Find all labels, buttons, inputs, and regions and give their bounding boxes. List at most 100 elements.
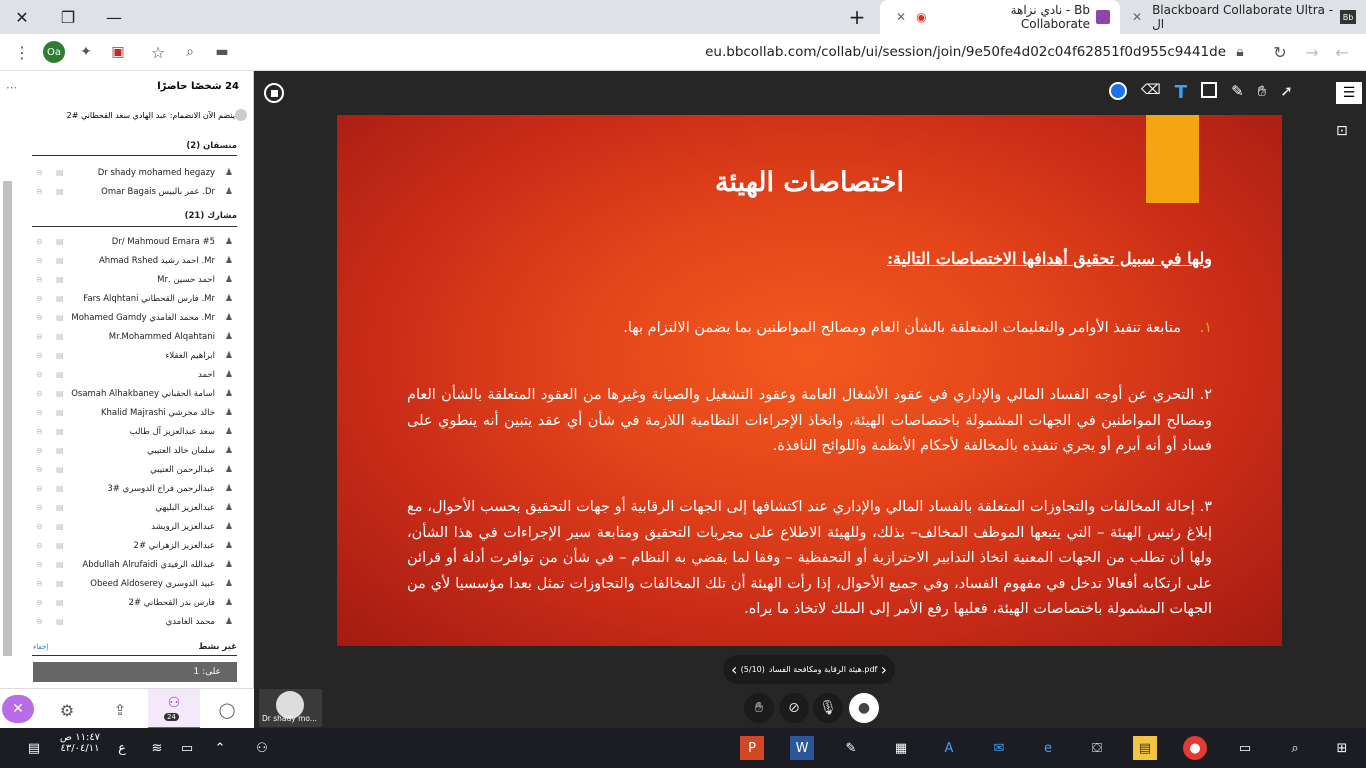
attendee-row[interactable]: ♟ عبيد الدوسري Obeed Aldoserey ▤ ⊖ [32,574,237,593]
attendee-row[interactable]: ♟ عبدالله الرفيدي Abdullah Alrufaidi ▤ ⊖ [32,555,237,574]
pdf-app-icon[interactable]: ▦ [889,736,913,760]
settings-gear-icon[interactable]: ⚙ [56,699,78,721]
reload-icon[interactable]: ↻ [1270,42,1290,62]
attendee-row[interactable]: ♟ Mr. احمد رشيد Ahmad Rshed ▤ ⊖ [32,251,237,270]
text-tool-icon[interactable]: T [1175,82,1187,104]
attendee-row[interactable]: ♟ Dr/ Mahmoud Emara #5 ▤ ⊖ [32,232,237,251]
language-indicator[interactable]: ع [110,736,134,760]
attendee-row[interactable]: ♟ محمد الغامدي ▤ ⊖ [32,612,237,631]
attendee-row[interactable]: ♟ Dr shady mohamed hegazy ▤ ⊖ [32,163,237,182]
prev-page-icon[interactable]: ‹ [731,660,737,679]
azure-icon[interactable]: A [937,736,961,760]
windows-start-icon[interactable]: ⊞ [1330,736,1354,760]
avatar-icon: ♟ [224,186,233,197]
clock[interactable]: ١١:٤٧ ص ٤٣/٠٤/١١ [55,732,105,754]
hide-link[interactable]: إخفاء [33,643,48,651]
wifi-icon[interactable]: ≋ [145,736,169,760]
close-window-icon[interactable]: ✕ [0,0,44,34]
close-tab-icon[interactable]: ✕ [896,10,906,24]
people-icon[interactable]: ⚇ [250,736,274,760]
tab-title: Blackboard Collaborate Ultra - ال [1152,3,1334,31]
profile-avatar[interactable]: Oa [43,41,65,63]
attendees-tab[interactable]: ⚇ 24 [148,689,200,729]
attendee-row[interactable]: ♟ ابراهيم العقلاء ▤ ⊖ [32,346,237,365]
attendee-row[interactable]: ♟ خالد مجرشي Khalid Majrashi ▤ ⊖ [32,403,237,422]
restore-window-icon[interactable]: ❐ [46,0,90,34]
more-options-icon[interactable]: ⋯ [6,81,17,94]
attendee-row[interactable]: ♟ Dr. عمر بالبيس Omar Bagais ▤ ⊖ [32,182,237,201]
attendee-row[interactable]: ♟ عبدالعزيز البليهي ▤ ⊖ [32,498,237,517]
chat-icon[interactable]: ◯ [216,699,238,721]
paint-app-icon[interactable]: ✎ [839,736,863,760]
attendee-row[interactable]: ♟ Mr. محمد الغامدي Mohamed Gamdy ▤ ⊖ [32,308,237,327]
attendee-name: خالد مجرشي Khalid Majrashi [100,407,215,418]
mic-status-icon: ⊖ [36,294,43,303]
attendee-row[interactable]: ♟ سلمان خالد العتيبي ▤ ⊖ [32,441,237,460]
extensions-icon[interactable]: ✦ [76,42,96,62]
attendee-row[interactable]: ♟ عبدالعزيز الرويشد ▤ ⊖ [32,517,237,536]
powerpoint-app-icon[interactable]: P [740,736,764,760]
word-app-icon[interactable]: W [790,736,814,760]
attendee-row[interactable]: ♟ عبدالرحمن فراج الدوسري #3 ▤ ⊖ [32,479,237,498]
menu-dots-icon[interactable]: ⋮ [12,42,32,62]
cast-icon[interactable]: ▬ [212,42,232,62]
url-field[interactable]: eu.bbcollab.com/collab/ui/session/join/9… [705,44,1226,60]
bookmark-star-icon[interactable]: ☆ [148,42,168,62]
next-page-icon[interactable]: › [881,660,887,679]
stop-sharing-icon[interactable] [264,83,284,103]
away-row[interactable]: على: 1 [33,662,237,682]
pointer-icon[interactable]: ➚ [1280,82,1293,104]
battery-icon[interactable]: ▭ [175,736,199,760]
taskbar-search-icon[interactable]: ⌕ [1283,736,1307,760]
attendee-row[interactable]: ♟ احمد ▤ ⊖ [32,365,237,384]
panel-scrollbar[interactable] [3,181,12,656]
eraser-icon[interactable]: ⌫ [1141,82,1161,104]
file-explorer-icon[interactable]: ▤ [1133,736,1157,760]
my-status-avatar[interactable]: ● [849,693,879,723]
slide-item-1: ١. متابعة تنفيذ الأوامر والتعليمات المتع… [407,316,1212,342]
address-bar: ⋮ Oa ✦ ▣ ☆ ⌕ ▬ eu.bbcollab.com/collab/ui… [0,34,1366,71]
attendee-row[interactable]: ♟ اسامة الحقباني Osamah Alhakbaney ▤ ⊖ [32,384,237,403]
minimize-window-icon[interactable]: — [92,0,136,34]
mail-icon[interactable]: ✉ [987,736,1011,760]
close-panel-button[interactable]: ✕ [2,695,34,723]
tab-collaborate-ultra[interactable]: ✕ Blackboard Collaborate Ultra - ال Bb [1122,0,1366,34]
edge-icon[interactable]: e [1036,736,1060,760]
attendee-row[interactable]: ♟ عبدالرحمن العتيبي ▤ ⊖ [32,460,237,479]
raise-hand-icon[interactable]: ✋︎ [744,693,774,723]
shape-tool-icon[interactable] [1201,82,1218,98]
presenter-tile[interactable]: Dr shady mo... [259,689,322,727]
search-icon[interactable]: ⌕ [180,42,200,62]
pen-tool-icon[interactable]: ✎ [1231,82,1244,104]
mic-off-icon[interactable]: 🎙︎ [813,693,843,723]
camera-status-icon: ▤ [56,187,64,196]
chrome-app-icon[interactable]: ● [1183,736,1207,760]
zoom-fit-icon[interactable]: ⊡ [1336,123,1348,139]
camera-off-icon[interactable]: ⊘ [779,693,809,723]
attendee-row[interactable]: ♟ Mr.Mohammed Alqahtani ▤ ⊖ [32,327,237,346]
notification-icon[interactable]: ▤ [22,736,46,760]
menu-hamburger-icon[interactable]: ☰ [1336,82,1362,104]
show-hidden-icons[interactable]: ⌃ [208,736,232,760]
item-number: ١. [1199,320,1212,336]
store-icon[interactable]: ⛋ [1085,736,1109,760]
mic-status-icon: ⊖ [36,351,43,360]
pan-hand-icon[interactable]: ✋︎ [1258,82,1267,104]
attendee-row[interactable]: ♟ فارس بدر القحطاني #2 ▤ ⊖ [32,593,237,612]
attendee-row[interactable]: ♟ سعد عبدالعزيز آل طالب ▤ ⊖ [32,422,237,441]
attendee-name: Dr/ Mahmoud Emara #5 [111,236,215,247]
forward-icon[interactable]: → [1302,42,1322,62]
share-content-icon[interactable]: ⇪ [109,699,131,721]
attendee-row[interactable]: ♟ عبدالعزيز الزهراني #2 ▤ ⊖ [32,536,237,555]
extension-badge-icon[interactable]: ▣ [108,42,128,62]
attendee-row[interactable]: ♟ Mr. فارس القحطاني Fars Alqhtani ▤ ⊖ [32,289,237,308]
color-picker-icon[interactable] [1109,82,1127,100]
clock-time: ١١:٤٧ ص [59,732,101,743]
close-tab-icon[interactable]: ✕ [1132,10,1142,24]
new-tab-button[interactable]: + [835,0,879,34]
task-view-icon[interactable]: ▭ [1233,736,1257,760]
camera-status-icon: ▤ [56,294,64,303]
attendee-row[interactable]: ♟ احمد حسين .Mr ▤ ⊖ [32,270,237,289]
back-icon[interactable]: ← [1332,42,1352,62]
tab-bb-collaborate[interactable]: ✕ ◉ نادي نزاهة - Bb Collaborate [880,0,1120,34]
